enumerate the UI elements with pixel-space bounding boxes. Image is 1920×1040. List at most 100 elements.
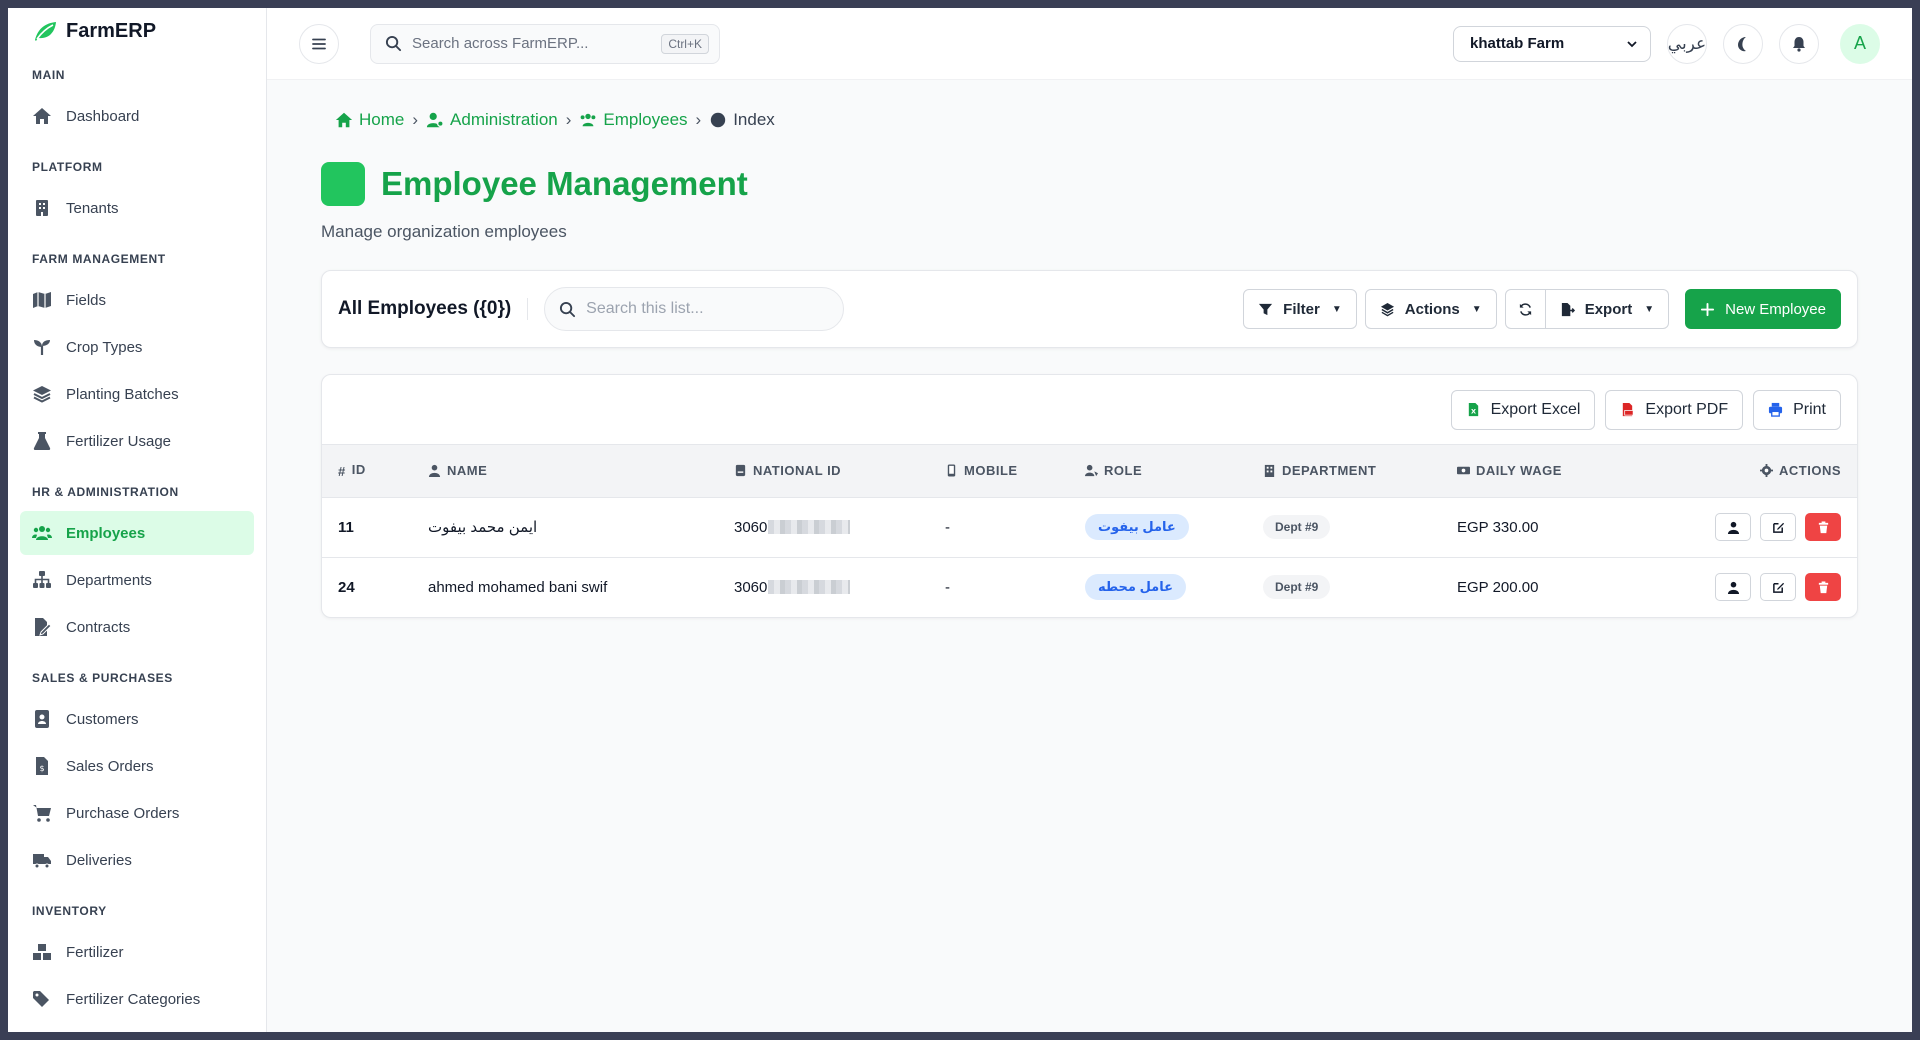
user-gear-icon (426, 112, 444, 128)
page-content: Home › Administration › Employees › Inde… (267, 80, 1912, 1032)
sidebar-item-employees[interactable]: Employees (20, 511, 254, 555)
sidebar-item-label: Planting Batches (66, 385, 179, 403)
gear-icon (1760, 464, 1773, 478)
view-profile-button[interactable] (1715, 573, 1751, 602)
delete-button[interactable] (1805, 573, 1841, 602)
export-pdf-label: Export PDF (1645, 400, 1729, 418)
column-header-role[interactable]: ROLE (1069, 445, 1247, 497)
column-header-mobile[interactable]: MOBILE (929, 445, 1069, 497)
theme-toggle-button[interactable] (1723, 23, 1763, 64)
column-header-id[interactable]: # ID (322, 445, 412, 497)
cell-actions (1634, 497, 1857, 557)
language-toggle-button[interactable]: عربي (1667, 23, 1707, 64)
file-export-icon (1561, 302, 1575, 316)
sidebar-item-contracts[interactable]: Contracts (20, 605, 254, 649)
view-profile-button[interactable] (1715, 513, 1751, 541)
breadcrumb: Home › Administration › Employees › Inde… (321, 100, 1858, 140)
column-header-daily-wage[interactable]: DAILY WAGE (1441, 445, 1634, 497)
section-label-platform: PLATFORM (32, 160, 103, 174)
global-search-input[interactable]: Search across FarmERP... Ctrl+K (370, 23, 720, 64)
sidebar-item-purchase-orders[interactable]: Purchase Orders (20, 791, 254, 835)
sidebar-item-customers[interactable]: Customers (20, 697, 254, 741)
actions-dropdown-button[interactable]: Actions ▼ (1364, 289, 1497, 329)
sidebar-item-label: Fertilizer Usage (66, 432, 172, 450)
filter-icon (1259, 303, 1273, 315)
new-employee-button[interactable]: New Employee (1685, 289, 1841, 329)
table-row[interactable]: 24 ahmed mohamed bani swif 3060 - عامل م… (322, 557, 1857, 617)
tenant-select[interactable]: khattab Farm (1453, 25, 1651, 62)
notifications-button[interactable] (1779, 23, 1819, 64)
sidebar-item-departments[interactable]: Departments (20, 558, 254, 602)
sidebar-item-label: Crop Types (66, 338, 143, 356)
export-excel-button[interactable]: X Export Excel (1450, 389, 1596, 430)
cell-department: Dept #9 (1247, 497, 1441, 557)
user-avatar[interactable]: A (1840, 23, 1880, 64)
sidebar-item-planting-batches[interactable]: Planting Batches (20, 372, 254, 416)
sidebar-item-sales-orders[interactable]: $ Sales Orders (20, 744, 254, 788)
new-employee-label: New Employee (1725, 300, 1826, 318)
section-label-farm-management: FARM MANAGEMENT (32, 252, 166, 266)
user-icon (1727, 521, 1739, 534)
export-pdf-button[interactable]: Export PDF (1605, 389, 1744, 430)
list-toolbar: All Employees ({0}) Search this list... … (321, 270, 1858, 348)
sidebar-item-label: Contracts (66, 618, 131, 636)
breadcrumb-label: Employees (603, 110, 688, 129)
delete-button[interactable] (1805, 513, 1841, 541)
page-header: Employee Management (321, 162, 1858, 206)
svg-text:X: X (1471, 407, 1476, 415)
column-header-department[interactable]: DEPARTMENT (1247, 445, 1441, 497)
menu-toggle-button[interactable] (299, 23, 339, 64)
breadcrumb-separator: › (695, 110, 702, 129)
breadcrumb-home[interactable]: Home (335, 110, 404, 130)
breadcrumb-administration[interactable]: Administration (426, 110, 558, 130)
section-label-inventory: INVENTORY (32, 904, 107, 918)
edit-button[interactable] (1760, 513, 1796, 541)
sidebar-item-label: Departments (66, 571, 152, 589)
breadcrumb-label: Administration (450, 110, 558, 129)
filter-button[interactable]: Filter ▼ (1243, 289, 1357, 329)
layers-icon (33, 386, 51, 403)
sidebar-item-fertilizer-usage[interactable]: Fertilizer Usage (20, 419, 254, 463)
topbar-actions: عربي A (1667, 23, 1880, 64)
money-bill-icon (1457, 467, 1470, 475)
sidebar-item-fertilizer[interactable]: Fertilizer (20, 930, 254, 974)
trash-icon (1818, 581, 1828, 593)
section-label-hr: HR & ADMINISTRATION (32, 485, 179, 499)
sidebar-item-fertilizer-categories[interactable]: Fertilizer Categories (20, 977, 254, 1021)
flask-icon (33, 432, 51, 450)
sidebar-item-fields[interactable]: Fields (20, 278, 254, 322)
user-tag-icon (1085, 465, 1098, 477)
sidebar-item-deliveries[interactable]: Deliveries (20, 838, 254, 882)
cell-name: ايمن محمد بيفوت (428, 519, 538, 536)
column-header-national-id[interactable]: NATIONAL ID (718, 445, 929, 497)
export-dropdown-button[interactable]: Export ▼ (1545, 289, 1670, 329)
boxes-icon (33, 944, 51, 960)
edit-button[interactable] (1760, 573, 1796, 602)
sidebar-item-tenants[interactable]: Tenants (20, 186, 254, 230)
id-card-icon (735, 465, 746, 477)
list-search-input[interactable]: Search this list... (544, 287, 845, 331)
brand-name: FarmERP (66, 19, 157, 42)
cell-role: عامل محطه (1069, 557, 1247, 617)
brand[interactable]: FarmERP (20, 8, 254, 48)
column-header-name[interactable]: NAME (412, 445, 718, 497)
circle-icon (711, 112, 726, 128)
home-icon (33, 108, 51, 124)
sidebar-item-dashboard[interactable]: Dashboard (20, 94, 254, 138)
cell-name: ahmed mohamed bani swif (428, 578, 608, 596)
page-title: Employee Management (381, 165, 748, 202)
department-badge: Dept #9 (1263, 575, 1331, 600)
excel-file-icon: X (1468, 402, 1478, 417)
print-button[interactable]: Print (1753, 389, 1841, 430)
refresh-button[interactable] (1504, 289, 1546, 329)
search-shortcut-hint: Ctrl+K (661, 33, 709, 54)
breadcrumb-employees[interactable]: Employees (579, 110, 688, 130)
employees-table-card: X Export Excel Export PDF Print # ID NAM… (321, 374, 1858, 618)
table-header-row: # ID NAME NATIONAL ID MOBILE ROLE DEPART… (322, 445, 1857, 497)
refresh-icon (1519, 302, 1531, 316)
refresh-export-group: Export ▼ (1504, 289, 1670, 329)
table-row[interactable]: 11 ايمن محمد بيفوت 3060 - عامل بيفوت Dep… (322, 497, 1857, 557)
sidebar-item-crop-types[interactable]: Crop Types (20, 325, 254, 369)
layers-icon (1380, 302, 1394, 316)
hash-icon: # (338, 464, 346, 480)
